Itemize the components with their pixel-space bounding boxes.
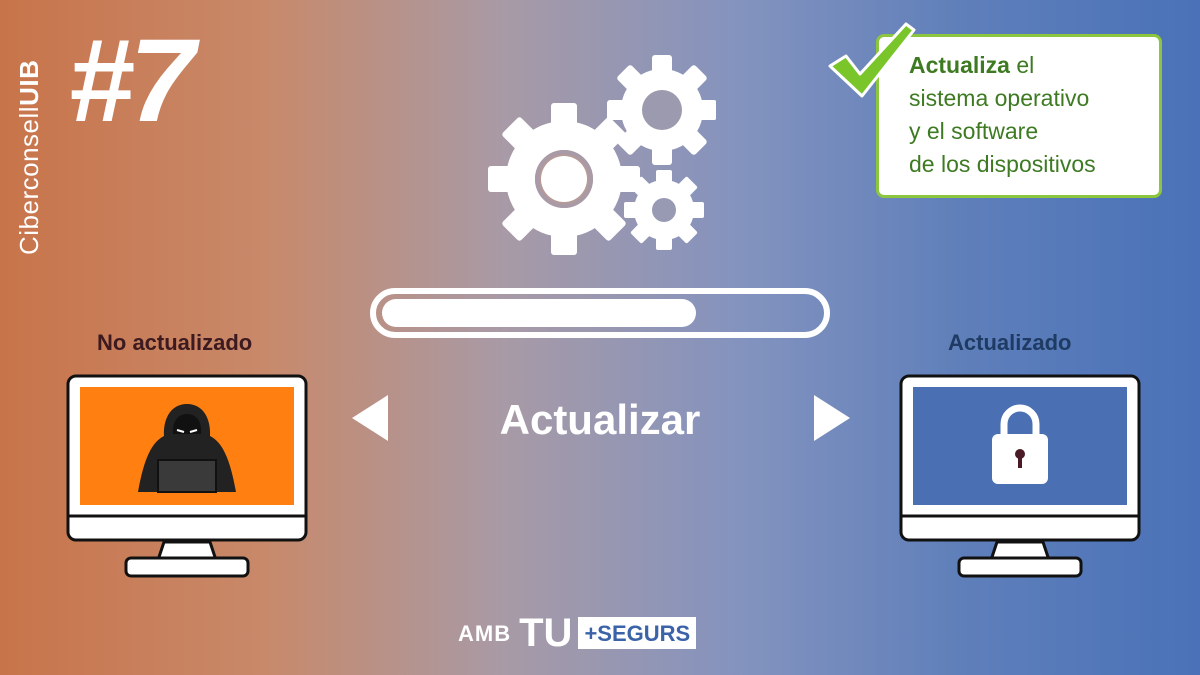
update-progress-bar xyxy=(370,288,830,338)
callout-bold: Actualiza xyxy=(909,52,1010,78)
update-action-label: Actualizar xyxy=(499,396,701,443)
monitor-updated xyxy=(899,374,1141,578)
callout-line-3: de los dispositivos xyxy=(909,151,1096,177)
brand-prefix: Ciberconsell xyxy=(14,105,44,255)
tip-number: #7 xyxy=(68,15,195,147)
updated-label: Actualizado xyxy=(948,330,1072,355)
footer-tu: TU xyxy=(519,611,573,655)
not-updated-label: No actualizado xyxy=(97,330,253,355)
arrow-left-icon xyxy=(352,395,388,441)
arrow-right-icon xyxy=(814,395,850,441)
brand-suffix: UIB xyxy=(14,59,44,106)
progress-fill xyxy=(382,299,696,327)
monitor-not-updated xyxy=(66,374,308,578)
callout-line-1: sistema operativo xyxy=(909,85,1090,111)
footer-logo: AMB TU +SEGURS xyxy=(458,607,697,655)
tip-callout: Actualiza el sistema operativo y el soft… xyxy=(876,34,1162,198)
callout-line-2: y el software xyxy=(909,118,1039,144)
callout-first-line-rest: el xyxy=(1009,52,1035,78)
gears-icon xyxy=(488,55,716,255)
brand-vertical: CiberconsellUIB xyxy=(14,60,45,255)
checkmark-icon xyxy=(828,22,916,98)
footer-segurs: +SEGURS xyxy=(578,617,697,649)
footer-amb: AMB xyxy=(458,621,512,646)
